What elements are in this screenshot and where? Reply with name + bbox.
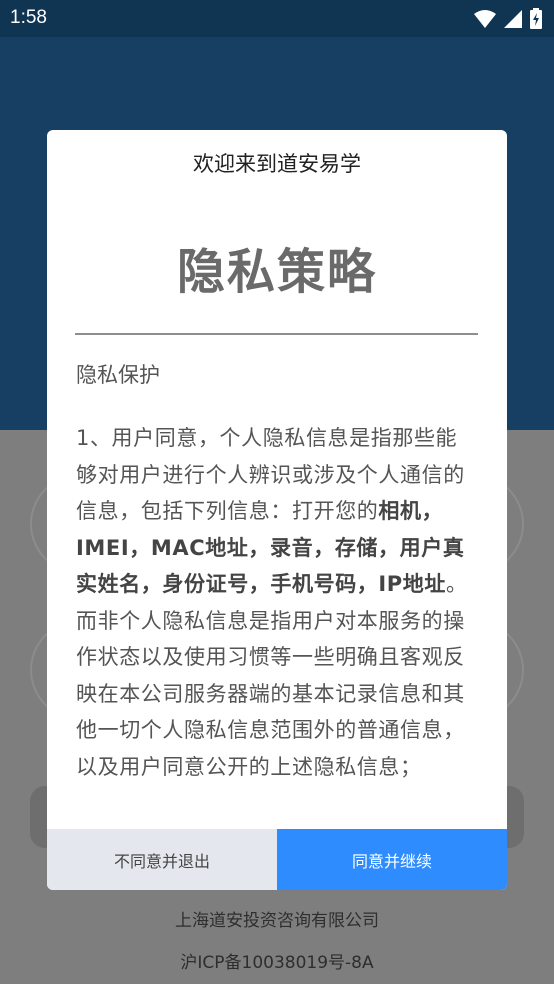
privacy-dialog: 欢迎来到道安易学 隐私策略 隐私保护 1、用户同意，个人隐私信息是指那些能够对用… [47,130,507,890]
decline-and-exit-button[interactable]: 不同意并退出 [47,829,277,890]
dialog-title: 隐私策略 [176,244,377,300]
status-time: 1:58 [10,7,47,28]
policy-paragraph: 1、用户同意，个人隐私信息是指那些能够对用户进行个人辨识或涉及个人通信的信息，包… [76,420,476,785]
battery-charging-icon [530,8,542,29]
policy-scroll-area[interactable]: 隐私保护 1、用户同意，个人隐私信息是指那些能够对用户进行个人辨识或涉及个人通信… [76,360,476,830]
status-bar: 1:58 [0,0,554,37]
signal-icon [504,9,522,28]
footer-company-name: 上海道安投资咨询有限公司 [175,911,379,931]
footer-icp-number: 沪ICP备10038019号-8A [180,953,374,973]
policy-text: 。而非个人隐私信息是指用户对本服务的操作状态以及使用习惯等一些明确且客观反映在本… [76,572,468,779]
section-heading: 隐私保护 [76,363,160,387]
divider [75,333,478,335]
wifi-icon [474,9,496,28]
dialog-button-row: 不同意并退出 同意并继续 [47,829,507,890]
status-icons [474,8,542,29]
dialog-welcome-text: 欢迎来到道安易学 [193,152,361,176]
agree-and-continue-button[interactable]: 同意并继续 [277,829,507,890]
